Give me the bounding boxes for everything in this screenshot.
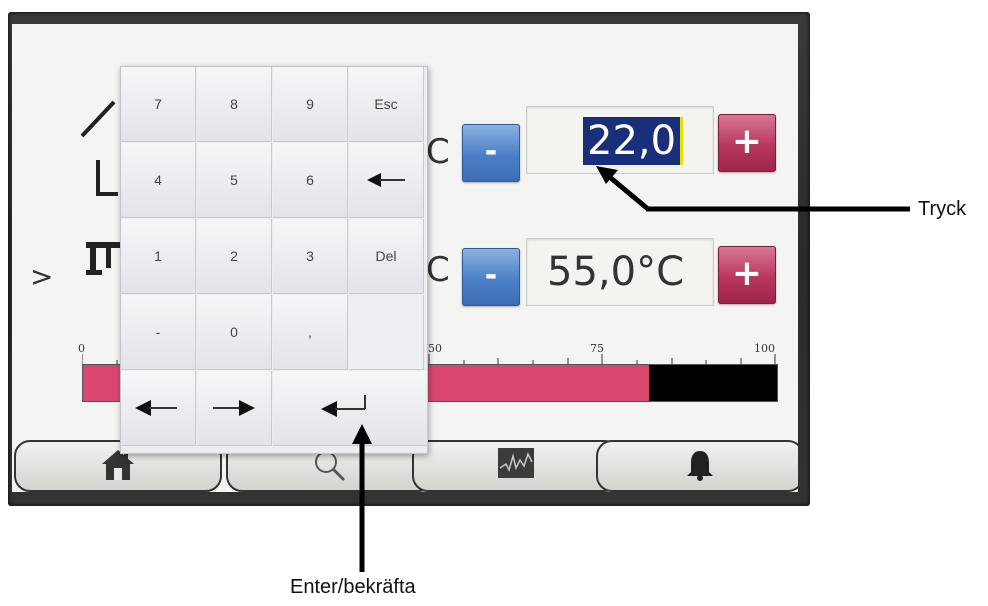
callout-tryck: Tryck [918,198,967,220]
callout-enter: Enter/bekräfta [290,576,416,598]
callout-arrows [352,166,910,572]
